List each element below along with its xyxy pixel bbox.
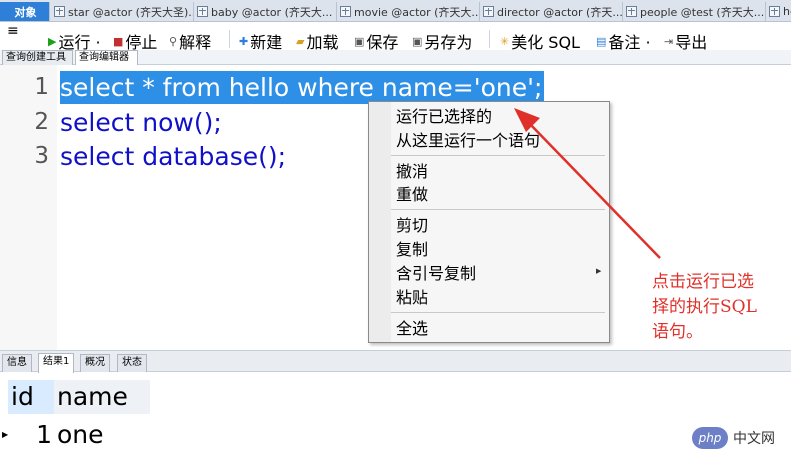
explain-label: 解释: [179, 33, 212, 50]
tab-status[interactable]: 状态: [117, 354, 147, 372]
result-grid: id name ▶ 1 one: [0, 375, 791, 472]
context-menu: 运行已选择的 从这里运行一个语句 撤消 重做 剪切 复制 含引号复制 ▶ 粘贴 …: [368, 101, 610, 343]
submenu-arrow-icon: ▶: [596, 267, 602, 275]
menu-item-run-from-here[interactable]: 从这里运行一个语句: [396, 131, 540, 151]
table-icon: [626, 6, 637, 17]
result-tab-bar: 信息 结果1 概况 状态: [0, 350, 791, 373]
line-number-gutter: 1 2 3: [0, 65, 57, 350]
export-icon: ⇥: [664, 34, 674, 48]
menu-separator: [391, 312, 605, 313]
folder-icon: ▰: [296, 34, 305, 48]
toolbar-divider: [229, 30, 230, 48]
save-icon: ▣: [354, 34, 365, 48]
run-label: 运行 ·: [58, 33, 101, 50]
tab-director[interactable]: director @actor (齐天...: [481, 2, 623, 21]
tab-movie[interactable]: movie @actor (齐天大...: [338, 2, 480, 21]
code-line[interactable]: select database();: [60, 140, 286, 173]
column-header-id[interactable]: id: [8, 380, 54, 414]
export-button[interactable]: ⇥ 导出: [664, 32, 707, 50]
tab-people-label: people @test (齐天大...: [640, 5, 765, 19]
run-icon: ▶: [48, 34, 57, 48]
tab-info[interactable]: 信息: [2, 354, 32, 372]
menu-icon-strip: [369, 102, 391, 342]
new-button[interactable]: ✚ 新建: [239, 32, 282, 50]
menu-item-copy[interactable]: 复制: [396, 240, 428, 260]
menu-item-redo[interactable]: 重做: [396, 185, 428, 205]
tab-baby[interactable]: baby @actor (齐天大...: [195, 2, 337, 21]
menu-item-select-all[interactable]: 全选: [396, 319, 428, 339]
load-button[interactable]: ▰ 加载: [296, 32, 338, 50]
tab-overflow[interactable]: he: [767, 2, 791, 21]
query-icon: [769, 6, 780, 17]
table-icon: [197, 6, 208, 17]
tab-objects[interactable]: 对象: [0, 2, 50, 21]
save-button[interactable]: ▣ 保存: [354, 32, 398, 50]
tab-overview[interactable]: 概况: [80, 354, 110, 372]
table-cell-id[interactable]: 1: [8, 418, 54, 452]
comment-label: 备注 ·: [608, 33, 651, 50]
php-logo: php: [692, 427, 728, 449]
table-icon: [483, 6, 494, 17]
menu-item-paste[interactable]: 粘贴: [396, 288, 428, 308]
tab-movie-label: movie @actor (齐天大...: [354, 5, 480, 19]
tab-objects-label: 对象: [14, 5, 37, 19]
editor-mode-tabs: 查询创建工具 查询编辑器: [0, 50, 791, 65]
explain-button[interactable]: ⚲ 解释: [169, 32, 211, 50]
tab-star-label: star @actor (齐天大圣)...: [68, 5, 194, 19]
table-icon: [54, 6, 65, 17]
save-label: 保存: [366, 33, 399, 50]
code-line[interactable]: select now();: [60, 106, 222, 139]
tab-star[interactable]: star @actor (齐天大圣)...: [52, 2, 194, 21]
annotation-line: 择的执行SQL: [652, 297, 757, 317]
save-as-button[interactable]: ▣ 另存为: [412, 32, 472, 50]
stop-label: 停止: [125, 33, 158, 50]
wand-icon: ✳: [500, 34, 510, 48]
annotation-line: 点击运行已选: [652, 272, 754, 292]
annotation-text: 点击运行已选 择的执行SQL 语句。: [652, 270, 791, 345]
menu-item-run-selected[interactable]: 运行已选择的: [396, 107, 492, 127]
table-icon: [340, 6, 351, 17]
run-button[interactable]: ▶ 运行 ·: [48, 32, 101, 50]
column-header-name[interactable]: name: [54, 380, 150, 414]
beautify-label: 美化 SQL: [511, 33, 580, 50]
comment-icon: ▤: [596, 34, 607, 48]
query-toolbar: ≡ ▶ 运行 · ■ 停止 ⚲ 解释 ✚ 新建 ▰ 加载 ▣ 保存 ▣ 另存为 …: [0, 22, 791, 50]
new-label: 新建: [250, 33, 283, 50]
save-as-label: 另存为: [424, 33, 473, 50]
code-line-selected[interactable]: select * from hello where name='one';: [60, 71, 545, 104]
menu-separator: [391, 209, 605, 210]
tab-baby-label: baby @actor (齐天大...: [211, 5, 333, 19]
tab-people[interactable]: people @test (齐天大...: [624, 2, 766, 21]
comment-button[interactable]: ▤ 备注 ·: [596, 32, 651, 50]
stop-button[interactable]: ■ 停止: [113, 32, 157, 50]
tab-query-builder[interactable]: 查询创建工具: [2, 50, 73, 65]
beautify-sql-button[interactable]: ✳ 美化 SQL: [500, 32, 580, 50]
watermark-text: 中文网: [733, 431, 775, 447]
tab-query-editor[interactable]: 查询编辑器: [75, 50, 138, 65]
menu-icon[interactable]: ≡: [7, 24, 19, 38]
annotation-line: 语句。: [652, 322, 703, 342]
tab-result-1[interactable]: 结果1: [38, 353, 75, 373]
line-number: 2: [34, 109, 49, 135]
menu-item-copy-quoted[interactable]: 含引号复制: [396, 264, 476, 284]
load-label: 加载: [306, 33, 339, 50]
tab-director-label: director @actor (齐天...: [497, 5, 623, 19]
line-number: 3: [34, 143, 49, 169]
tab-overflow-label: he: [783, 5, 791, 18]
object-tab-bar: 对象 star @actor (齐天大圣)... baby @actor (齐天…: [0, 0, 791, 22]
toolbar-divider: [489, 30, 490, 48]
new-icon: ✚: [239, 34, 249, 48]
table-cell-name[interactable]: one: [57, 418, 150, 452]
watermark: php 中文网: [692, 426, 775, 450]
explain-icon: ⚲: [169, 34, 178, 48]
save-as-icon: ▣: [412, 34, 423, 48]
row-header: [0, 375, 8, 472]
export-label: 导出: [675, 33, 708, 50]
line-number: 1: [34, 74, 49, 100]
stop-icon: ■: [113, 34, 124, 48]
menu-separator: [391, 155, 605, 156]
menu-item-cut[interactable]: 剪切: [396, 216, 428, 236]
menu-item-undo[interactable]: 撤消: [396, 162, 428, 182]
